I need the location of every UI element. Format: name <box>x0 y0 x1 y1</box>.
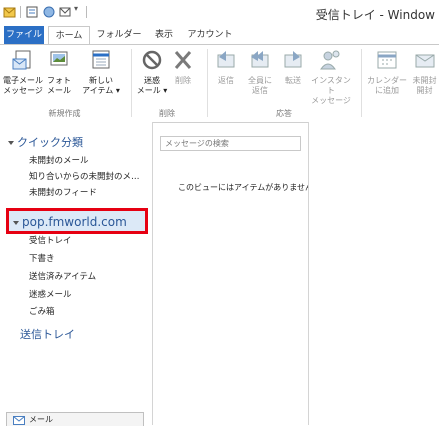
mail-nav-button[interactable]: メール <box>6 412 144 426</box>
group-separator <box>361 49 362 117</box>
add-to-calendar-button[interactable]: カレンダー に追加 <box>367 49 407 96</box>
instant-message-button[interactable]: インスタント メッセージ <box>308 49 354 106</box>
tab-view[interactable]: 表示 <box>148 26 180 44</box>
reply-all-icon <box>251 51 269 68</box>
new-email-icon <box>12 50 31 70</box>
group-label-respond: 応答 <box>276 109 292 118</box>
tab-file[interactable]: ファイル <box>4 26 44 44</box>
new-items-button[interactable]: 新しい アイテム ▾ <box>76 49 126 96</box>
reply-icon <box>217 51 235 68</box>
empty-list-message: このビューにはアイテムがありません。 <box>178 183 321 192</box>
account-name: pop.fmworld.com <box>13 215 127 229</box>
app-icon <box>3 7 16 18</box>
group-separator <box>207 49 208 117</box>
mail-icon <box>13 416 25 425</box>
pane-divider[interactable] <box>152 122 153 425</box>
search-input[interactable] <box>160 136 301 151</box>
outbox-item[interactable]: 送信トレイ <box>20 326 75 342</box>
new-items-icon <box>92 50 110 69</box>
reply-all-button[interactable]: 全員に 返信 <box>245 49 275 96</box>
send-receive-quick-icon[interactable] <box>42 5 56 19</box>
qat-divider-2 <box>86 6 87 18</box>
instant-message-icon <box>320 50 340 70</box>
folder-item[interactable]: 未開封のフィード <box>29 186 97 198</box>
photo-mail-button[interactable]: フォト メール <box>44 49 74 96</box>
junk-block-icon <box>142 50 162 70</box>
group-label-new: 新規作成 <box>48 109 81 118</box>
folder-pane: クイック分類 未開封のメール 知り合いからの未開封のメ… 未開封のフィード po… <box>0 122 152 426</box>
delete-x-icon <box>174 51 192 69</box>
new-mail-quick-icon[interactable] <box>25 5 39 19</box>
folder-item-deleted[interactable]: ごみ箱 <box>29 305 55 317</box>
folder-item-inbox[interactable]: 受信トレイ <box>29 234 72 246</box>
group-separator <box>131 49 132 117</box>
reading-pane <box>309 122 439 425</box>
qat-divider <box>20 6 21 18</box>
folder-item-sent[interactable]: 送信済みアイテム <box>29 270 96 282</box>
tab-home[interactable]: ホーム <box>48 26 90 44</box>
quick-views-header[interactable]: クイック分類 <box>8 134 83 150</box>
title-bar: ▾ 受信トレイ - Window <box>0 0 439 26</box>
unread-read-button[interactable]: 未開封 開封 <box>410 49 439 96</box>
mail-nav-label: メール <box>29 415 53 424</box>
forward-button[interactable]: 転送 <box>280 49 306 86</box>
new-email-button[interactable]: 電子メール メッセージ <box>3 49 43 96</box>
reply-button[interactable]: 返信 <box>213 49 239 86</box>
delete-button[interactable]: 削除 <box>170 49 196 86</box>
tab-folder[interactable]: フォルダー <box>94 26 144 44</box>
customize-qat-chevron-icon[interactable]: ▾ <box>74 4 78 13</box>
collapse-triangle-icon[interactable] <box>13 220 19 225</box>
folder-item-drafts[interactable]: 下書き <box>29 252 55 264</box>
unread-read-icon <box>415 54 434 68</box>
forward-icon <box>284 51 302 68</box>
photo-mail-icon <box>50 51 68 66</box>
window-title: 受信トレイ - Window <box>315 8 435 22</box>
calendar-icon <box>377 51 397 69</box>
junk-button[interactable]: 迷惑 メール ▾ <box>136 49 168 96</box>
account-header-highlighted[interactable]: pop.fmworld.com <box>6 208 148 234</box>
tab-account[interactable]: アカウント <box>184 26 236 44</box>
folder-item[interactable]: 知り合いからの未開封のメ… <box>29 170 140 182</box>
collapse-triangle-icon[interactable] <box>8 141 14 145</box>
folder-item[interactable]: 未開封のメール <box>29 154 89 166</box>
group-label-delete: 削除 <box>159 109 175 118</box>
ribbon-tabs: ファイル ホーム フォルダー 表示 アカウント <box>0 26 439 44</box>
folder-item-junk[interactable]: 迷惑メール <box>29 288 72 300</box>
ribbon: 電子メール メッセージ フォト メール 新しい アイテム ▾ 新規作成 迷惑 メ… <box>0 44 439 123</box>
reply-quick-icon[interactable] <box>58 5 72 19</box>
